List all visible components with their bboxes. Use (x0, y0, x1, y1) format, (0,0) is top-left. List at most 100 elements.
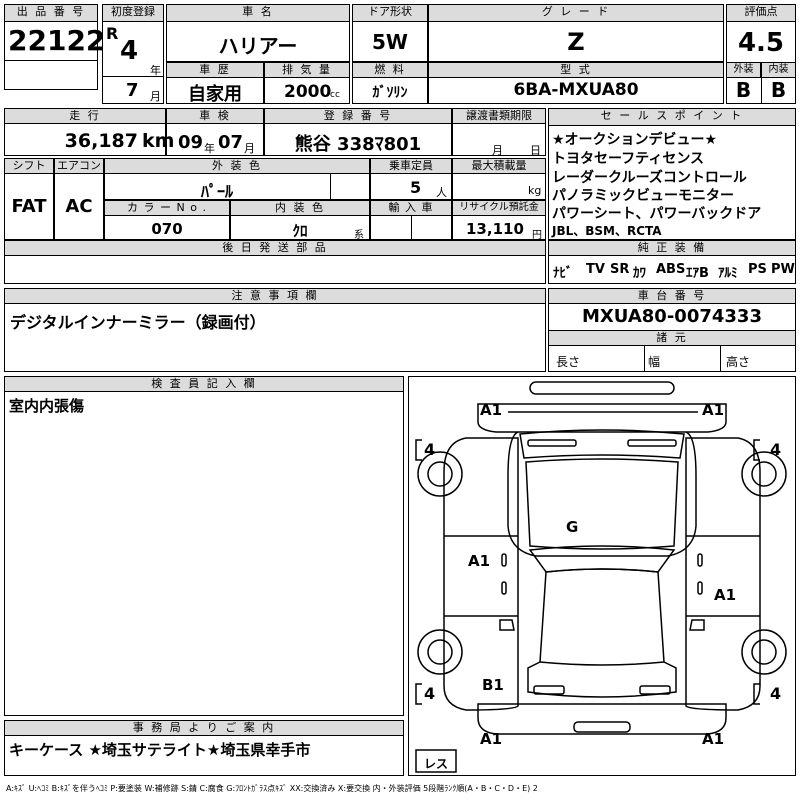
tire-front-left: 4 (424, 684, 436, 703)
sales-point-line: JBL、BSM、RCTA (552, 224, 662, 238)
lot-number: 22122 (8, 24, 106, 57)
ext-color-split (330, 174, 331, 200)
inspection-year-unit: 年 (204, 142, 215, 155)
displacement-value: 2000 (284, 82, 332, 102)
sales-point-line: パノラミックビューモニター (552, 188, 734, 204)
tire-rear-left: 4 (424, 440, 436, 459)
color-no-value: 070 (151, 220, 183, 238)
int-color-label: 内 装 色 (230, 200, 370, 216)
spec-split-1 (644, 346, 645, 372)
displacement-unit: cc (330, 90, 340, 100)
max-load-unit: kg (528, 184, 542, 197)
sales-points-label: セ ー ル ス ポ イ ン ト (548, 108, 796, 126)
sales-point-line: レーダークルーズコントロール (552, 170, 747, 186)
spec-length: 長さ (556, 355, 581, 369)
first-reg-month: 7 (126, 80, 139, 101)
score-ext-value: B (735, 78, 752, 102)
inspector-value: 室内内張傷 (9, 397, 85, 415)
plate-value: 熊谷 338ﾏ801 (294, 134, 422, 155)
equipment-item: ｶﾜ (633, 266, 646, 281)
fuel-label: 燃 料 (352, 62, 428, 78)
capacity-label: 乗車定員 (370, 158, 452, 174)
spec-split-2 (720, 346, 721, 372)
damage-mark-left-door: A1 (468, 552, 491, 570)
equipment-label: 純 正 装 備 (548, 240, 796, 256)
specs-label: 諸 元 (548, 330, 796, 346)
lot-label: 出 品 番 号 (4, 4, 98, 22)
equipment-item: ｴｱB (686, 266, 709, 281)
mileage-value: 36,187 (64, 130, 138, 152)
later-parts-label: 後 日 発 送 部 品 (4, 240, 546, 256)
color-no-label: カ ラ ー N o . (104, 200, 230, 216)
history-value: 自家用 (188, 84, 242, 105)
tire-front-right: 4 (770, 684, 782, 703)
inspector-box (4, 376, 404, 716)
mileage-label: 走 行 (4, 108, 166, 124)
aircon-value: AC (65, 196, 93, 217)
ext-color-label: 外 装 色 (104, 158, 370, 174)
legend: A:ｷｽﾞ U:ﾍｺﾐ B:ｷｽﾞを伴うﾍｺﾐ P:要塗装 W:補修跡 S:錆 … (6, 784, 538, 793)
door-label: ドア形状 (352, 4, 428, 22)
damage-mark-bumper-left: A1 (480, 730, 503, 748)
notes-label: 注 意 事 項 欄 (4, 288, 546, 304)
damage-mark-rear-right: A1 (702, 401, 725, 419)
recycle-label: リサイクル預託金 (452, 200, 546, 216)
damage-mark-bumper-right: A1 (702, 730, 725, 748)
grade-label: グ レ ー ド (428, 4, 724, 22)
recycle-unit: 円 (532, 230, 542, 241)
transfer-day-unit: 日 (530, 144, 541, 157)
inspector-label: 検 査 員 記 入 欄 (4, 376, 404, 392)
model-value: 6BA-MXUA80 (513, 80, 639, 100)
office-value: キーケース ★埼玉サテライト★埼玉県幸手市 (9, 741, 311, 759)
equipment-item: ｱﾙﾐ (718, 266, 738, 281)
capacity-value: 5 (410, 178, 422, 197)
car-name-value: ハリアー (218, 34, 298, 58)
ext-color-value: ﾊﾟｰﾙ (200, 182, 233, 201)
transfer-label: 譲渡書類期限 (452, 108, 546, 124)
car-diagram (415, 381, 787, 773)
chassis-value: MXUA80-0074333 (582, 306, 762, 327)
history-label: 車 歴 (166, 62, 264, 78)
damage-mark-glass: G (566, 518, 579, 536)
score-ext-label: 外装 (726, 62, 761, 78)
car-name-label: 車 名 (166, 4, 350, 22)
spare-tire: レス (424, 757, 449, 771)
door-value: 5W (372, 30, 408, 54)
grade-value: Z (567, 28, 585, 56)
inspection-label: 車 検 (166, 108, 264, 124)
damage-mark-rear-left: A1 (480, 401, 503, 419)
damage-mark-right-door: A1 (714, 586, 737, 604)
max-load-label: 最大積載量 (452, 158, 546, 174)
equipment-item: SR (610, 262, 630, 277)
first-reg-era: R (106, 24, 119, 43)
recycle-value: 13,110 (466, 220, 524, 238)
score-int-label: 内装 (761, 62, 796, 78)
tire-rear-right: 4 (770, 440, 782, 459)
score-value: 4.5 (737, 28, 785, 58)
spec-height: 高さ (726, 355, 751, 369)
equipment-item: PW (771, 262, 795, 277)
equipment-item: TV (586, 262, 605, 277)
damage-mark-front-left: B1 (482, 676, 504, 694)
capacity-unit: 人 (436, 186, 447, 199)
equipment-item: PS (748, 262, 767, 277)
fuel-value: ｶﾞｿﾘﾝ (372, 85, 408, 101)
spec-width: 幅 (648, 355, 661, 369)
score-label: 評価点 (726, 4, 796, 22)
lot-value-divider (4, 60, 98, 61)
transfer-month-unit: 月 (492, 144, 503, 157)
shift-label: シフト (4, 158, 54, 174)
sales-point-line: トヨタセーフティセンス (552, 151, 705, 167)
first-reg-divider (102, 76, 164, 77)
import-label: 輸 入 車 (370, 200, 452, 216)
aircon-label: エアコン (54, 158, 104, 174)
first-reg-year: 4 (120, 36, 139, 66)
int-color-value: ｸﾛ (292, 222, 308, 240)
int-color-suffix: 系 (354, 230, 364, 241)
notes-value: デジタルインナーミラー（録画付） (10, 313, 266, 332)
model-label: 型 式 (428, 62, 724, 78)
equipment-item: ﾅﾋﾞ (553, 266, 573, 281)
plate-label: 登 録 番 号 (264, 108, 452, 124)
first-reg-label: 初度登録 (102, 4, 164, 22)
sales-point-line: ★オークションデビュー★ (552, 132, 718, 148)
